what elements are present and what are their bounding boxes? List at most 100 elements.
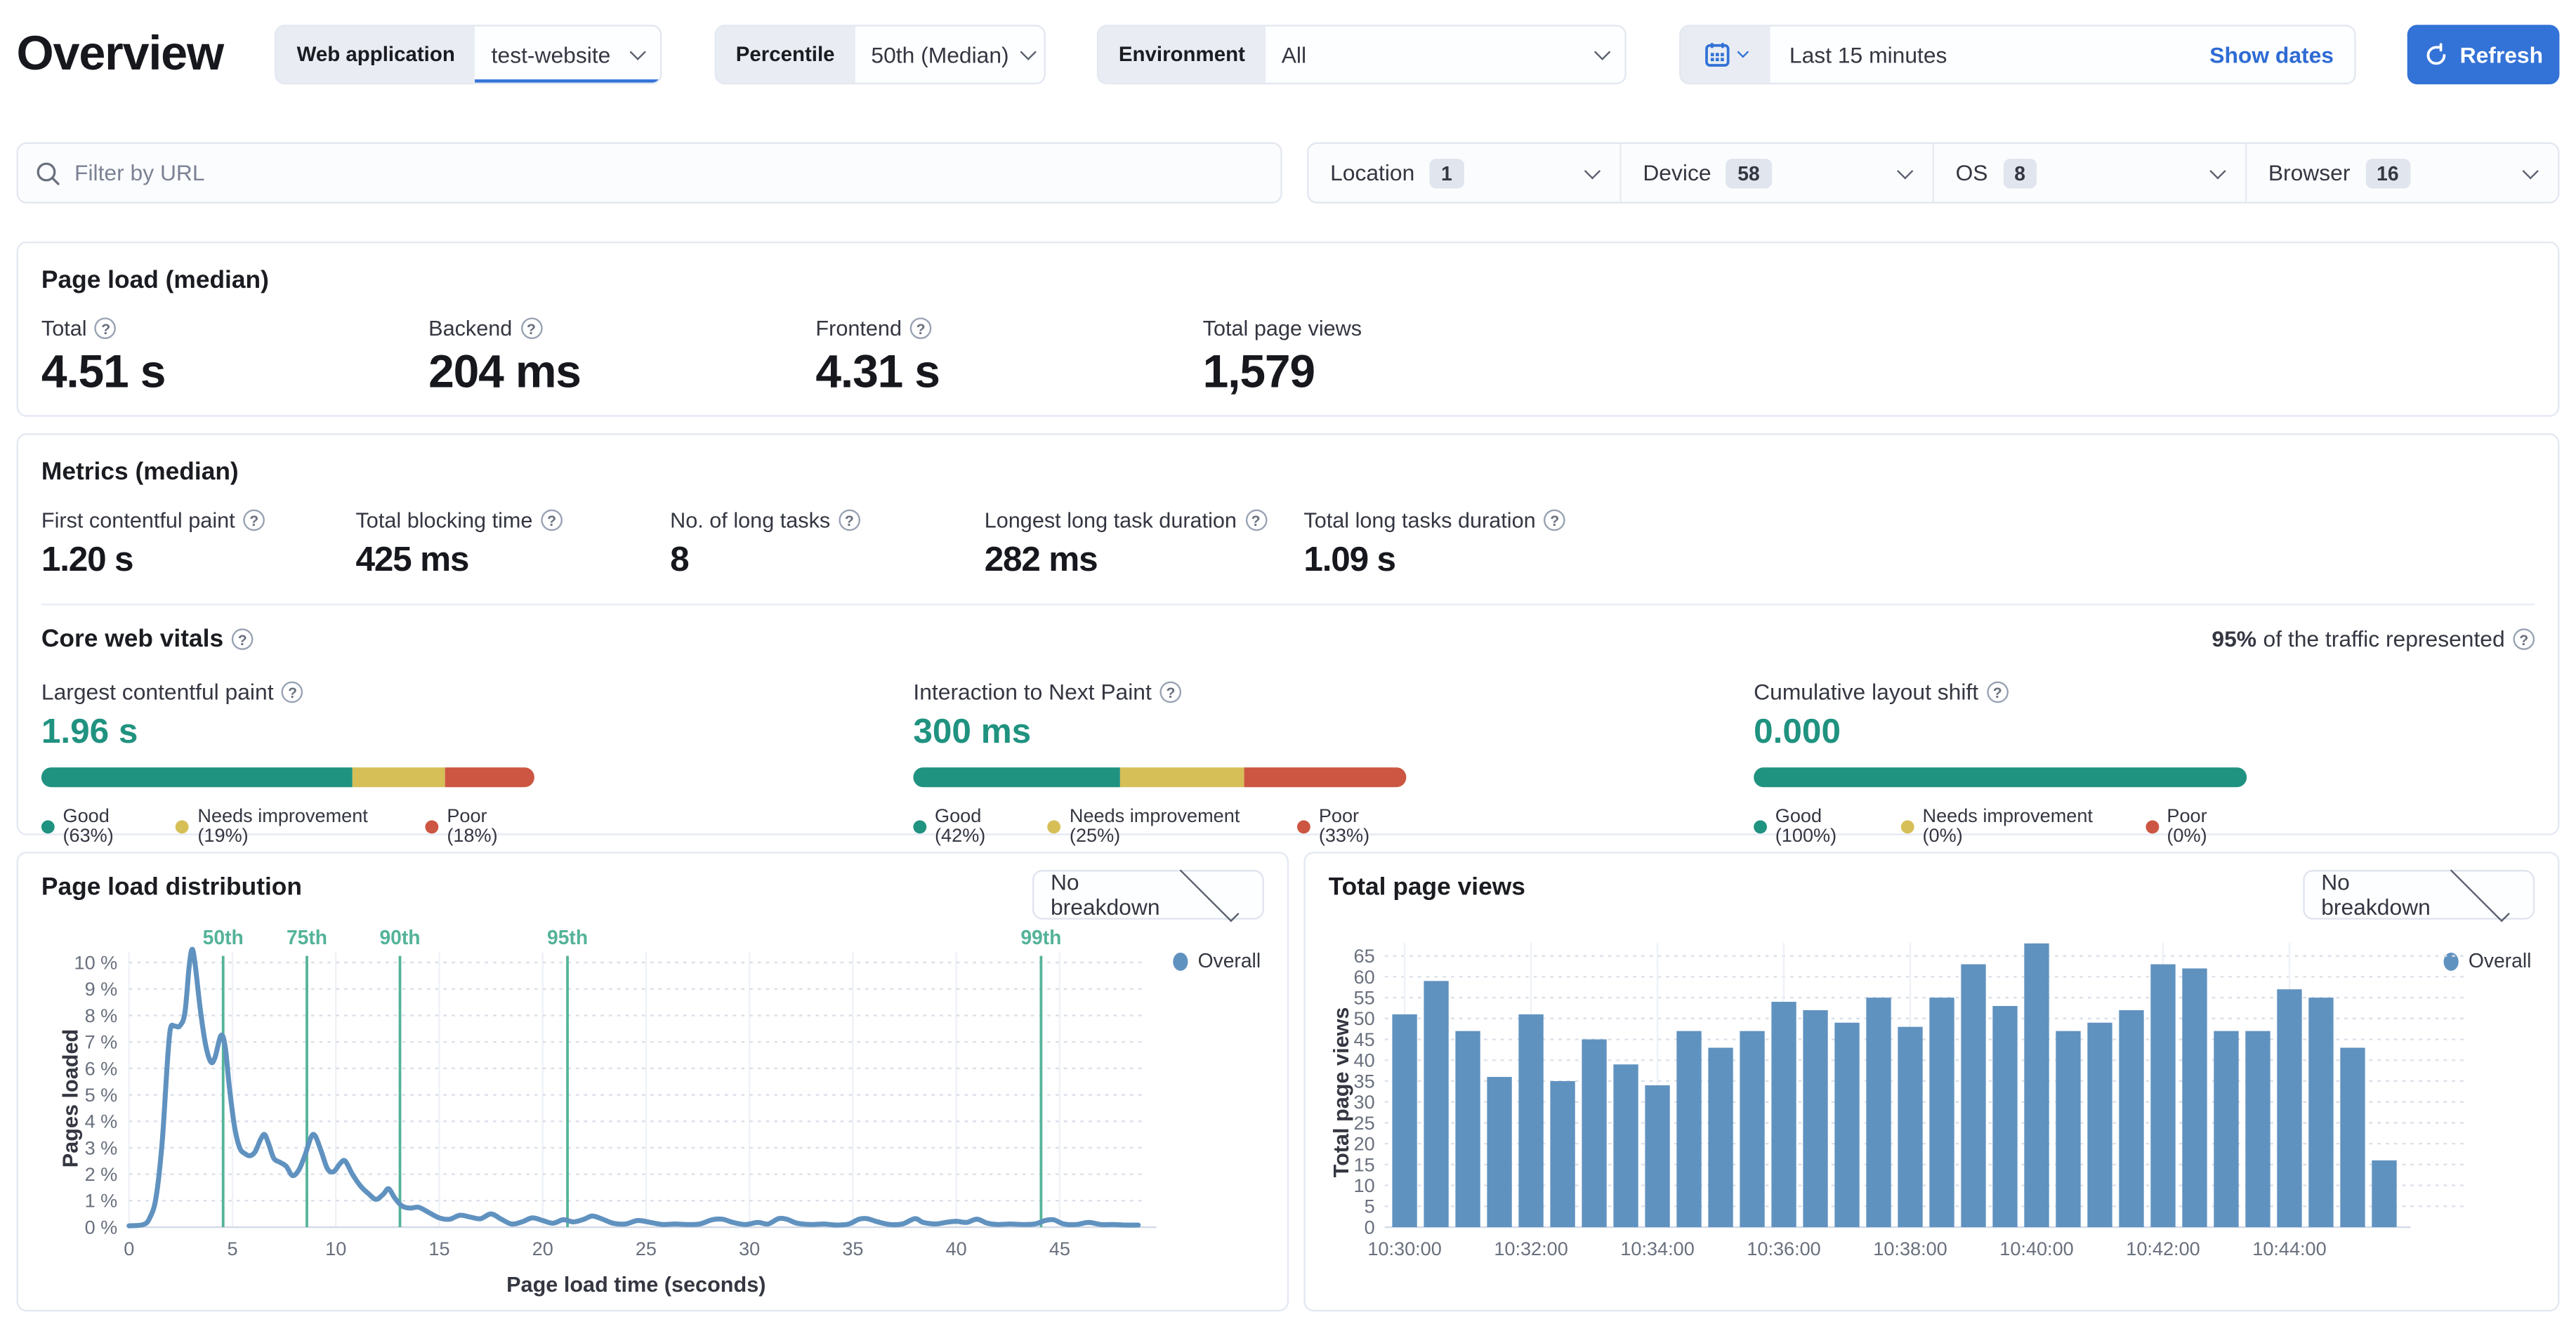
- bar: [2056, 1031, 2081, 1228]
- svg-text:40: 40: [946, 1238, 967, 1259]
- bar: [2308, 998, 2334, 1228]
- stat-total-long-tasks: Total long tasks duration 1.09 s: [1303, 508, 1618, 581]
- help-icon[interactable]: [282, 681, 303, 703]
- help-icon[interactable]: [1244, 509, 1267, 531]
- bar: [1834, 1022, 1860, 1228]
- distribution-breakdown-select[interactable]: No breakdown: [1032, 862, 1264, 922]
- bar: [1676, 1031, 1702, 1228]
- help-icon[interactable]: [95, 317, 117, 339]
- svg-text:55: 55: [1354, 987, 1375, 1009]
- percentile-marker-label: 90th: [379, 926, 420, 948]
- traffic-percent: 95%: [2212, 626, 2257, 652]
- help-icon[interactable]: [243, 509, 265, 531]
- environment-select[interactable]: All: [1265, 26, 1625, 83]
- stat-tbt: Total blocking time 425 ms: [355, 508, 670, 581]
- stat-total-long-tasks-value: 1.09 s: [1303, 541, 1396, 579]
- svg-text:6 %: 6 %: [85, 1057, 118, 1079]
- filter-os[interactable]: OS 8: [1934, 143, 2247, 202]
- vital-lcp-legend-good: Good (63%): [63, 807, 114, 847]
- percentile-control: Percentile 50th (Median): [714, 25, 1046, 85]
- chevron-down-icon: [2522, 161, 2539, 179]
- stat-long-tasks-label: No. of long tasks: [670, 508, 831, 533]
- stat-total: Total 4.51 s: [41, 316, 428, 399]
- filter-browser-label: Browser: [2268, 160, 2351, 185]
- bar: [1803, 1010, 1828, 1228]
- url-filter-input[interactable]: [74, 160, 1264, 185]
- needs-improvement-segment: [352, 767, 446, 788]
- chevron-down-icon: [1584, 161, 1601, 179]
- vital-lcp-legend-poor: Poor (18%): [447, 807, 498, 847]
- vital-lcp-legend-ni: Needs improvement (19%): [197, 807, 368, 847]
- vital-lcp-bar: [41, 767, 534, 788]
- good-segment: [1754, 767, 2247, 788]
- refresh-icon: [2426, 42, 2445, 65]
- svg-text:5: 5: [227, 1238, 237, 1259]
- stat-frontend-label: Frontend: [815, 315, 902, 341]
- svg-text:10 %: 10 %: [74, 952, 118, 974]
- help-icon[interactable]: [838, 509, 860, 531]
- filter-location[interactable]: Location 1: [1308, 143, 1622, 202]
- page-load-distribution-panel: Page load distribution No breakdown Over…: [16, 852, 1289, 1312]
- vital-inp-value: 300 ms: [913, 713, 1032, 751]
- svg-text:10: 10: [325, 1238, 346, 1259]
- svg-text:25: 25: [1354, 1112, 1375, 1134]
- svg-text:15: 15: [1354, 1153, 1375, 1175]
- bar: [2214, 1031, 2239, 1228]
- stat-long-tasks-value: 8: [670, 541, 690, 579]
- total-page-views-panel: Total page views No breakdown Overall To…: [1303, 852, 2560, 1312]
- bar: [1992, 1005, 2018, 1228]
- refresh-button[interactable]: Refresh: [2407, 25, 2560, 85]
- help-icon[interactable]: [520, 317, 542, 339]
- environment-label: Environment: [1098, 26, 1266, 83]
- svg-text:0: 0: [1365, 1216, 1375, 1238]
- percentile-select[interactable]: 50th (Median): [854, 26, 1044, 83]
- filter-location-count-badge: 1: [1429, 157, 1464, 188]
- stat-total-long-tasks-label: Total long tasks duration: [1303, 508, 1536, 533]
- url-search-box: [16, 142, 1282, 204]
- filter-device[interactable]: Device 58: [1622, 143, 1934, 202]
- rum-overview-page: Overview Web application test-website Pe…: [0, 0, 2576, 1317]
- stat-tbt-label: Total blocking time: [355, 508, 533, 533]
- help-icon[interactable]: [541, 509, 563, 531]
- percentile-marker-label: 75th: [287, 926, 327, 948]
- bar: [1550, 1080, 1575, 1228]
- time-range-value[interactable]: Last 15 minutes: [1769, 26, 2190, 83]
- bar: [1392, 1014, 1417, 1228]
- needs-improvement-dot-icon: [1048, 820, 1062, 834]
- svg-text:10:34:00: 10:34:00: [1620, 1238, 1694, 1259]
- poor-dot-icon: [1297, 820, 1311, 834]
- help-icon[interactable]: [231, 628, 254, 650]
- web-application-select[interactable]: test-website: [475, 26, 661, 83]
- vital-cls-value: 0.000: [1754, 713, 1841, 751]
- svg-text:10:32:00: 10:32:00: [1494, 1238, 1568, 1259]
- help-icon[interactable]: [2513, 628, 2535, 650]
- bar: [1424, 981, 1449, 1228]
- vital-inp-legend-ni: Needs improvement (25%): [1069, 807, 1240, 847]
- stat-longest-task-value: 282 ms: [984, 541, 1098, 579]
- traffic-note-text: of the traffic represented: [2263, 626, 2505, 652]
- good-dot-icon: [913, 820, 927, 834]
- stat-backend-label: Backend: [428, 315, 513, 341]
- help-icon[interactable]: [909, 317, 932, 339]
- svg-text:5: 5: [1365, 1196, 1375, 1217]
- environment-value: All: [1281, 42, 1307, 67]
- vital-lcp-label: Largest contentful paint: [41, 680, 274, 705]
- help-icon[interactable]: [1544, 509, 1566, 531]
- svg-text:20: 20: [1354, 1133, 1375, 1155]
- show-dates-link[interactable]: Show dates: [2189, 26, 2354, 83]
- needs-improvement-dot-icon: [1900, 820, 1914, 834]
- selected-underline: [475, 79, 661, 83]
- page-views-breakdown-select[interactable]: No breakdown: [2303, 862, 2535, 922]
- vital-lcp: Largest contentful paint 1.96 s Good (63…: [41, 680, 534, 847]
- metrics-panel-title: Metrics (median): [41, 458, 239, 487]
- help-icon[interactable]: [1159, 681, 1182, 703]
- svg-text:45: 45: [1354, 1028, 1375, 1050]
- filter-browser[interactable]: Browser 16: [2247, 144, 2558, 201]
- stat-longest-task-label: Longest long task duration: [984, 508, 1237, 533]
- help-icon[interactable]: [1986, 681, 2009, 703]
- calendar-menu-button[interactable]: [1680, 26, 1770, 83]
- good-segment: [913, 767, 1121, 788]
- bar: [1582, 1039, 1607, 1228]
- bar: [1613, 1064, 1638, 1228]
- calendar-icon: [1704, 43, 1729, 67]
